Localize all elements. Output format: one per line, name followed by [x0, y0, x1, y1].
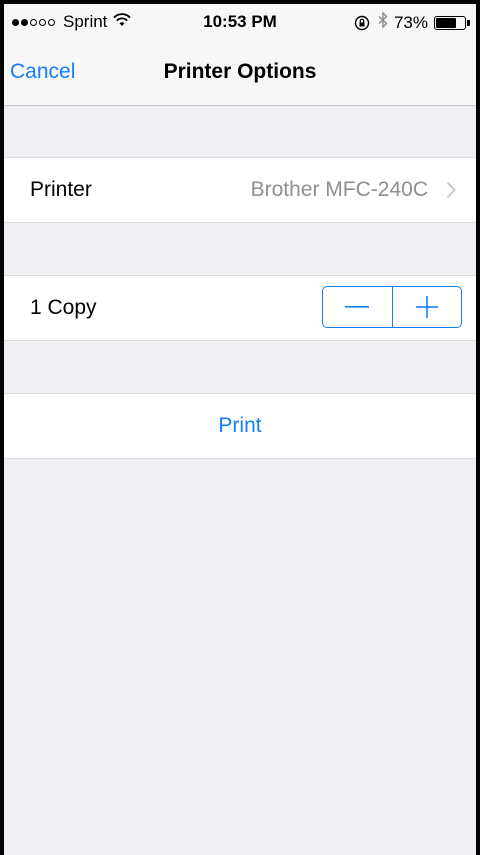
rotation-lock-icon: [354, 15, 370, 31]
print-row: Print: [4, 393, 476, 459]
bluetooth-icon: [378, 11, 388, 33]
battery-icon: [434, 15, 466, 30]
printer-value: Brother MFC-240C: [250, 178, 428, 201]
minus-icon: [345, 306, 370, 308]
navigation-bar: Cancel Printer Options: [4, 38, 476, 106]
copies-label: 1 Copy: [30, 296, 97, 319]
copies-row: 1 Copy: [4, 275, 476, 341]
battery-tip: [467, 19, 470, 26]
decrement-button[interactable]: [323, 287, 393, 327]
printer-row[interactable]: Printer Brother MFC-240C: [4, 157, 476, 223]
print-button[interactable]: Print: [4, 394, 476, 458]
status-bar: Sprint 10:53 PM 73%: [4, 4, 476, 38]
printer-options-screen: Sprint 10:53 PM 73% Cancel Printer Optio…: [4, 4, 476, 855]
plus-icon: [415, 296, 438, 318]
battery-fill: [436, 17, 456, 28]
increment-button[interactable]: [393, 287, 462, 327]
status-right: 73%: [354, 11, 470, 33]
page-title: Printer Options: [163, 60, 317, 83]
chevron-right-icon: [446, 181, 456, 199]
printer-label: Printer: [30, 178, 92, 201]
copies-stepper: [322, 286, 462, 328]
battery-percent: 73%: [393, 12, 428, 32]
